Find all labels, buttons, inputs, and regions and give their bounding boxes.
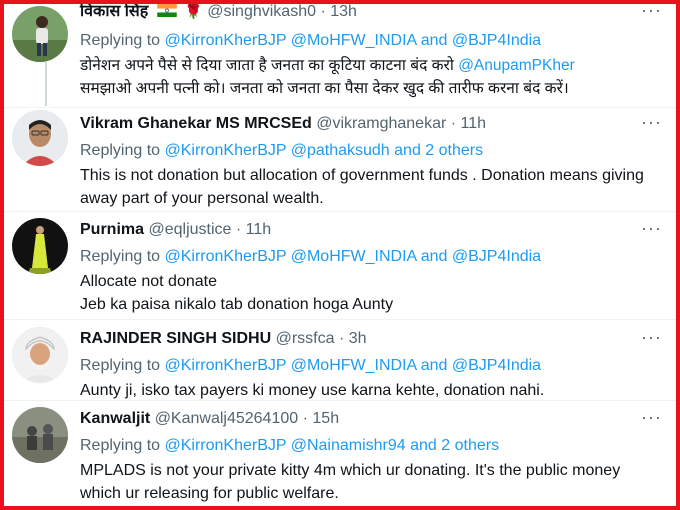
reply-mentions[interactable]: @KirronKherBJP @Nainamishr94 and 2 other… bbox=[165, 437, 500, 454]
timestamp[interactable]: 11h bbox=[246, 221, 272, 238]
divider bbox=[4, 400, 676, 401]
user-handle[interactable]: @Kanwalj45264100 bbox=[155, 410, 298, 427]
tweet-text-line: समझाओ अपनी पत्नी को। जनता को जनता का पैस… bbox=[80, 80, 569, 97]
timestamp[interactable]: 13h bbox=[330, 3, 357, 20]
timestamp[interactable]: 15h bbox=[312, 410, 339, 427]
india-flag-icon bbox=[156, 4, 177, 17]
user-handle[interactable]: @rssfca bbox=[276, 330, 335, 347]
reply-mentions[interactable]: @KirronKherBJP @pathaksudh and 2 others bbox=[165, 142, 484, 159]
avatar[interactable] bbox=[12, 407, 68, 463]
tweet-header: RAJINDER SINGH SIDHU @rssfca · 3h bbox=[80, 327, 668, 351]
more-options-icon[interactable]: ··· bbox=[641, 218, 662, 238]
user-handle[interactable]: @vikramghanekar bbox=[316, 115, 446, 132]
tweet-3[interactable]: Purnima @eqljustice · 11h ··· Replying t… bbox=[4, 218, 676, 318]
tweet-text-line: Jeb ka paisa nikalo tab donation hoga Au… bbox=[80, 296, 394, 313]
rose-emoji-icon: 🌹 bbox=[184, 3, 203, 20]
tweet-header: विकास सिंह 🌹 @singhvikash0 · 13h bbox=[80, 0, 668, 24]
timestamp[interactable]: 11h bbox=[461, 115, 487, 132]
avatar-image bbox=[12, 218, 68, 274]
replying-to: Replying to @KirronKherBJP @pathaksudh a… bbox=[80, 140, 668, 162]
separator-dot: · bbox=[320, 3, 326, 20]
replying-to: Replying to @KirronKherBJP @MoHFW_INDIA … bbox=[80, 355, 668, 377]
replying-to-label: Replying to bbox=[80, 142, 161, 159]
replying-to: Replying to @KirronKherBJP @MoHFW_INDIA … bbox=[80, 246, 668, 268]
tweet-1[interactable]: विकास सिंह 🌹 @singhvikash0 · 13h ··· Rep… bbox=[4, 0, 676, 106]
avatar[interactable] bbox=[12, 327, 68, 383]
tweet-header: Vikram Ghanekar MS MRCSEd @vikramghaneka… bbox=[80, 112, 668, 136]
tweet-text: डोनेशन अपने पैसे से दिया जाता है जनता का… bbox=[80, 54, 668, 100]
display-name[interactable]: विकास सिंह bbox=[80, 3, 148, 20]
tweet-header: Purnima @eqljustice · 11h bbox=[80, 218, 668, 242]
tweet-4[interactable]: RAJINDER SINGH SIDHU @rssfca · 3h ··· Re… bbox=[4, 327, 676, 399]
tweet-text-line: डोनेशन अपने पैसे से दिया जाता है जनता का… bbox=[80, 57, 459, 74]
tweet-text: Allocate not donate Jeb ka paisa nikalo … bbox=[80, 270, 668, 316]
avatar-image bbox=[12, 110, 68, 166]
more-options-icon[interactable]: ··· bbox=[641, 327, 662, 347]
display-name[interactable]: Kanwaljit bbox=[80, 410, 150, 427]
replying-to: Replying to @KirronKherBJP @Nainamishr94… bbox=[80, 435, 668, 457]
display-name[interactable]: Vikram Ghanekar MS MRCSEd bbox=[80, 115, 312, 132]
separator-dot: · bbox=[450, 115, 457, 132]
avatar-image bbox=[12, 327, 68, 383]
avatar-image bbox=[12, 407, 68, 463]
more-options-icon[interactable]: ··· bbox=[641, 112, 662, 132]
separator-dot: · bbox=[235, 221, 242, 238]
divider bbox=[4, 319, 676, 320]
timestamp[interactable]: 3h bbox=[349, 330, 367, 347]
reply-mentions[interactable]: @KirronKherBJP @MoHFW_INDIA and @BJP4Ind… bbox=[165, 32, 542, 49]
tweet-header: Kanwaljit @Kanwalj45264100 · 15h bbox=[80, 407, 668, 431]
avatar[interactable] bbox=[12, 110, 68, 166]
mention-link[interactable]: @AnupamPKher bbox=[458, 57, 575, 74]
tweet-text: This is not donation but allocation of g… bbox=[80, 167, 644, 207]
replying-to: Replying to @KirronKherBJP @MoHFW_INDIA … bbox=[80, 30, 668, 52]
tweet-2[interactable]: Vikram Ghanekar MS MRCSEd @vikramghaneka… bbox=[4, 110, 676, 210]
thread-line bbox=[45, 62, 47, 106]
avatar[interactable] bbox=[12, 218, 68, 274]
replying-to-label: Replying to bbox=[80, 248, 161, 265]
tweet-text: MPLADS is not your private kitty 4m whic… bbox=[80, 462, 621, 502]
divider bbox=[4, 107, 676, 108]
tweet-5[interactable]: Kanwaljit @Kanwalj45264100 · 15h ··· Rep… bbox=[4, 407, 676, 510]
user-handle[interactable]: @eqljustice bbox=[148, 221, 231, 238]
replying-to-label: Replying to bbox=[80, 32, 161, 49]
reply-mentions[interactable]: @KirronKherBJP @MoHFW_INDIA and @BJP4Ind… bbox=[165, 248, 542, 265]
separator-dot: · bbox=[338, 330, 345, 347]
reply-mentions[interactable]: @KirronKherBJP @MoHFW_INDIA and @BJP4Ind… bbox=[165, 357, 542, 374]
replying-to-label: Replying to bbox=[80, 357, 161, 374]
more-options-icon[interactable]: ··· bbox=[641, 0, 662, 20]
replying-to-label: Replying to bbox=[80, 437, 161, 454]
display-name[interactable]: Purnima bbox=[80, 221, 144, 238]
display-name[interactable]: RAJINDER SINGH SIDHU bbox=[80, 330, 271, 347]
tweet-text: Aunty ji, isko tax payers ki money use k… bbox=[80, 382, 545, 399]
tweet-text-line: Allocate not donate bbox=[80, 273, 217, 290]
more-options-icon[interactable]: ··· bbox=[641, 407, 662, 427]
divider bbox=[4, 211, 676, 212]
avatar[interactable] bbox=[12, 6, 68, 62]
separator-dot: · bbox=[302, 410, 308, 427]
user-handle[interactable]: @singhvikash0 bbox=[207, 3, 316, 20]
avatar-image bbox=[12, 6, 68, 62]
